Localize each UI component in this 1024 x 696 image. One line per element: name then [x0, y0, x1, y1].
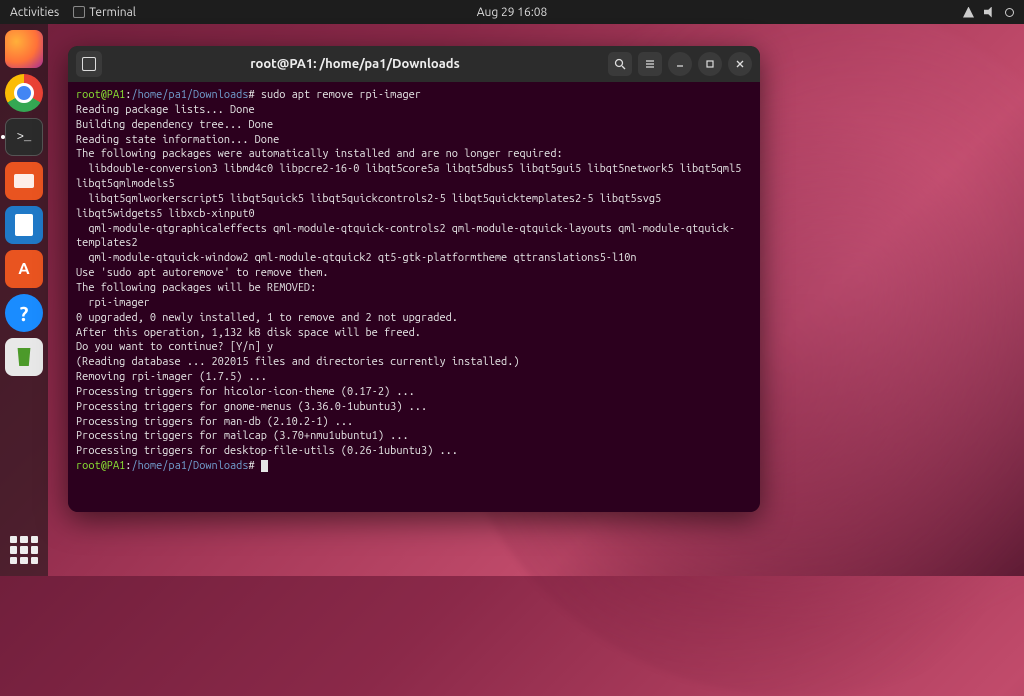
ubuntu-software-icon[interactable]: [5, 250, 43, 288]
dock: [0, 24, 48, 576]
terminal-line: 0 upgraded, 0 newly installed, 1 to remo…: [76, 311, 752, 326]
terminal-line: Processing triggers for hicolor-icon-the…: [76, 385, 752, 400]
close-button[interactable]: [728, 52, 752, 76]
clock[interactable]: Aug 29 16:08: [477, 6, 548, 19]
terminal-line: Processing triggers for mailcap (3.70+nm…: [76, 429, 752, 444]
terminal-icon: [73, 6, 85, 18]
terminal-line: qml-module-qtquick-window2 qml-module-qt…: [76, 251, 752, 266]
hamburger-icon: [644, 58, 656, 70]
terminal-line: Reading state information... Done: [76, 133, 752, 148]
terminal-line: Building dependency tree... Done: [76, 118, 752, 133]
minimize-button[interactable]: [668, 52, 692, 76]
terminal-line: Processing triggers for gnome-menus (3.3…: [76, 400, 752, 415]
terminal-icon[interactable]: [5, 118, 43, 156]
power-icon: [1005, 8, 1014, 17]
maximize-icon: [705, 59, 715, 69]
terminal-line: Removing rpi-imager (1.7.5) ...: [76, 370, 752, 385]
menu-button[interactable]: [638, 52, 662, 76]
chrome-icon[interactable]: [5, 74, 43, 112]
terminal-line: Reading package lists... Done: [76, 103, 752, 118]
terminal-line: Do you want to continue? [Y/n] y: [76, 340, 752, 355]
files-icon[interactable]: [5, 162, 43, 200]
gnome-topbar: Activities Terminal Aug 29 16:08: [0, 0, 1024, 24]
terminal-line: qml-module-qtgraphicaleffects qml-module…: [76, 222, 752, 252]
terminal-line: libqt5qmlworkerscript5 libqt5quick5 libq…: [76, 192, 752, 222]
terminal-line: Processing triggers for desktop-file-uti…: [76, 444, 752, 459]
volume-icon: [984, 7, 995, 18]
network-icon: [963, 7, 974, 18]
terminal-prompt[interactable]: root@PA1:/home/pa1/Downloads#: [76, 459, 752, 474]
terminal-line: root@PA1:/home/pa1/Downloads# sudo apt r…: [76, 88, 752, 103]
maximize-button[interactable]: [698, 52, 722, 76]
show-applications-button[interactable]: [6, 532, 42, 568]
trash-icon[interactable]: [5, 338, 43, 376]
terminal-line: rpi-imager: [76, 296, 752, 311]
close-icon: [735, 59, 745, 69]
terminal-line: The following packages will be REMOVED:: [76, 281, 752, 296]
window-title: root@PA1: /home/pa1/Downloads: [108, 57, 602, 71]
terminal-line: The following packages were automaticall…: [76, 147, 752, 162]
terminal-line: (Reading database ... 202015 files and d…: [76, 355, 752, 370]
libreoffice-writer-icon[interactable]: [5, 206, 43, 244]
terminal-line: After this operation, 1,132 kB disk spac…: [76, 326, 752, 341]
help-icon[interactable]: [5, 294, 43, 332]
window-titlebar[interactable]: root@PA1: /home/pa1/Downloads: [68, 46, 760, 82]
app-menu[interactable]: Terminal: [73, 6, 136, 19]
activities-button[interactable]: Activities: [10, 6, 59, 19]
terminal-body[interactable]: root@PA1:/home/pa1/Downloads# sudo apt r…: [68, 82, 760, 512]
new-tab-icon: [82, 57, 96, 71]
terminal-window: root@PA1: /home/pa1/Downloads root@PA1:/…: [68, 46, 760, 512]
app-menu-label: Terminal: [89, 6, 136, 19]
search-icon: [614, 58, 626, 70]
firefox-icon[interactable]: [5, 30, 43, 68]
minimize-icon: [675, 59, 685, 69]
system-tray[interactable]: [963, 7, 1014, 18]
new-tab-button[interactable]: [76, 51, 102, 77]
search-button[interactable]: [608, 52, 632, 76]
terminal-line: Processing triggers for man-db (2.10.2-1…: [76, 415, 752, 430]
terminal-line: libdouble-conversion3 libmd4c0 libpcre2-…: [76, 162, 752, 192]
cursor: [261, 460, 268, 472]
terminal-line: Use 'sudo apt autoremove' to remove them…: [76, 266, 752, 281]
